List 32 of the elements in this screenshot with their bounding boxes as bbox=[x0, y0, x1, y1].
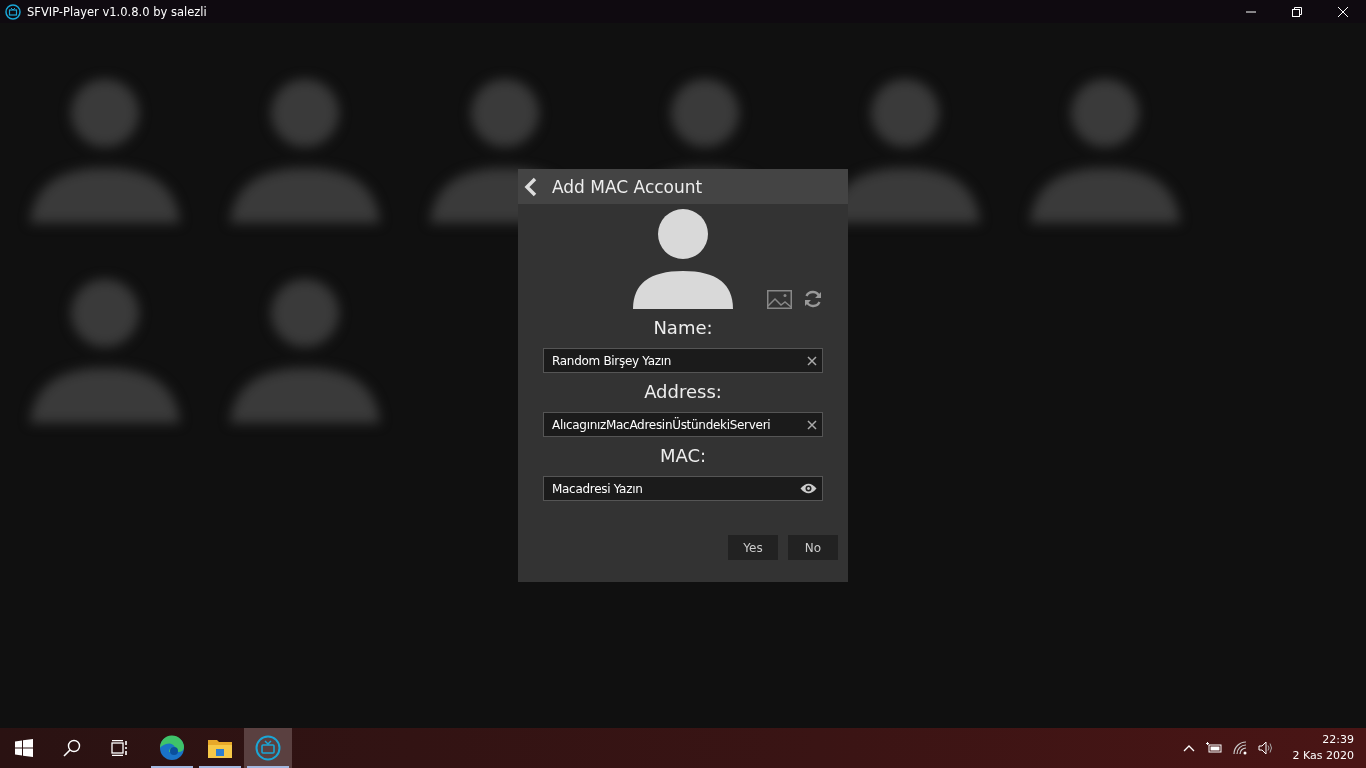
dialog-button[interactable]: Yes bbox=[728, 535, 778, 560]
clock-date[interactable]: 2 Kas 2020 bbox=[1292, 748, 1354, 764]
tv-logo-icon bbox=[5, 3, 21, 20]
windows-start-icon[interactable] bbox=[15, 739, 33, 757]
dialog-button[interactable]: No bbox=[788, 535, 838, 560]
field-label: MAC: bbox=[659, 445, 707, 466]
text-field[interactable]: Macadresi Yazın bbox=[543, 476, 823, 501]
refresh-icon[interactable] bbox=[803, 289, 823, 309]
eye-icon[interactable] bbox=[800, 483, 817, 494]
close-icon bbox=[1338, 6, 1348, 17]
text-field[interactable]: AlıcagınızMacAdresinÜstündekiServeri bbox=[543, 412, 823, 437]
tv-logo-icon[interactable] bbox=[255, 735, 281, 761]
window-title: SFVIP-Player v1.0.8.0 by salezli bbox=[27, 4, 207, 19]
speaker-icon[interactable] bbox=[1257, 741, 1274, 755]
folder-icon[interactable] bbox=[208, 738, 232, 758]
text-field[interactable]: Random Birşey Yazın bbox=[543, 348, 823, 373]
field-label: Name: bbox=[653, 317, 713, 338]
browser-icon[interactable] bbox=[159, 735, 185, 761]
task-view-icon[interactable] bbox=[111, 740, 129, 756]
field-label: Address: bbox=[644, 381, 722, 402]
wifi-icon[interactable] bbox=[1232, 741, 1247, 755]
dialog-title: Add MAC Account bbox=[552, 176, 703, 197]
chevron-up-icon[interactable] bbox=[1182, 744, 1195, 752]
image-icon[interactable] bbox=[767, 289, 792, 309]
battery-icon[interactable] bbox=[1205, 742, 1222, 754]
clock-time[interactable]: 22:39 bbox=[1322, 732, 1354, 748]
clear-icon[interactable] bbox=[807, 419, 817, 430]
search-icon[interactable] bbox=[63, 739, 81, 757]
clear-icon[interactable] bbox=[807, 355, 817, 366]
avatar-icon bbox=[633, 209, 733, 309]
restore-icon bbox=[1292, 6, 1302, 17]
back-icon[interactable] bbox=[524, 176, 538, 197]
